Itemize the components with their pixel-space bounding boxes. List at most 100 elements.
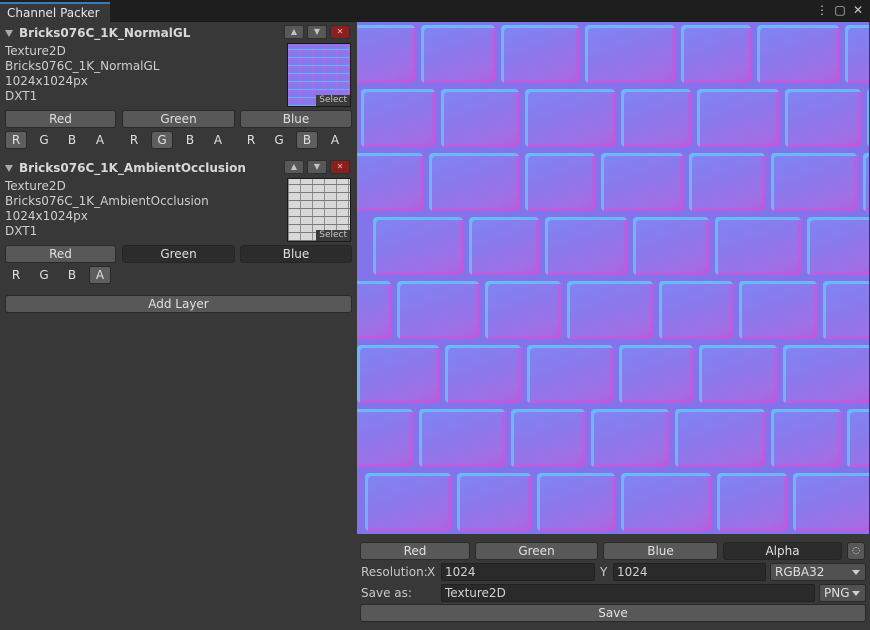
layer-name: Bricks076C_1K_AmbientOcclusion [19,161,246,175]
layer-info: Texture2D Bricks076C_1K_NormalGL 1024x10… [5,44,160,104]
output-blue-button[interactable]: Blue [240,110,352,128]
brick [373,217,463,275]
window-controls: ⋮ ▢ ✕ [816,3,864,17]
remove-layer-button[interactable]: ✕ [330,25,350,39]
refresh-icon[interactable]: ◌ [847,542,865,560]
brick [689,153,765,211]
red-out-channel-g[interactable]: G [33,266,55,284]
red-out-channel-r[interactable]: R [5,266,27,284]
foldout-arrow-icon[interactable] [5,30,13,37]
output-green-button[interactable]: Green [122,245,235,263]
brick [357,345,439,403]
texture-thumbnail[interactable]: Select [287,178,351,242]
brick [675,409,765,467]
resolution-label: Resolution: [361,565,428,579]
brick [715,217,801,275]
brick [421,25,495,83]
layers-panel: Bricks076C_1K_NormalGL ▲ ▼ ✕ Texture2D B… [0,22,356,630]
output-red-button[interactable]: Red [5,245,116,263]
brick [697,89,779,147]
brick [619,345,693,403]
add-layer-button[interactable]: Add Layer [5,295,352,313]
resolution-x-field[interactable]: 1024 [441,563,595,581]
red-out-channel-b[interactable]: B [61,131,83,149]
remove-layer-button[interactable]: ✕ [330,160,350,174]
brick [793,473,869,531]
brick [621,89,691,147]
more-vert-icon[interactable]: ⋮ [816,3,828,17]
brick [357,409,413,467]
brick [659,281,733,339]
blue-out-channel-g[interactable]: G [268,131,290,149]
brick-row [357,470,869,534]
green-out-channel-g[interactable]: G [151,131,173,149]
output-red-button[interactable]: Red [5,110,116,128]
brick [717,473,787,531]
close-icon[interactable]: ✕ [852,3,864,17]
brick [847,409,869,467]
file-format-dropdown[interactable]: PNG [819,584,866,602]
green-out-channel-b[interactable]: B [179,131,201,149]
preview-blue-button[interactable]: Blue [603,542,718,560]
red-out-channel-a[interactable]: A [89,131,111,149]
brick [771,153,857,211]
brick [501,25,579,83]
save-as-label: Save as: [361,586,412,600]
resolution-x-label: X [427,565,436,579]
select-texture-button[interactable]: Select [316,95,350,106]
brick [757,25,839,83]
texture-format-value: RGBA32 [775,565,825,579]
output-green-button[interactable]: Green [122,110,235,128]
texture-format-dropdown[interactable]: RGBA32 [770,563,866,581]
texture-format: DXT1 [5,224,38,238]
green-out-channel-a[interactable]: A [207,131,229,149]
move-down-button[interactable]: ▼ [307,160,327,174]
move-up-button[interactable]: ▲ [284,160,304,174]
tab-channel-packer[interactable]: Channel Packer [0,2,110,22]
select-texture-button[interactable]: Select [316,230,350,241]
output-blue-button[interactable]: Blue [240,245,352,263]
blue-out-channel-b[interactable]: B [296,131,318,149]
blue-out-channel-r[interactable]: R [240,131,262,149]
preview-alpha-button[interactable]: Alpha [723,542,842,560]
red-out-channel-g[interactable]: G [33,131,55,149]
layer-info: Texture2D Bricks076C_1K_AmbientOcclusion… [5,179,209,239]
brick [845,25,869,83]
brick [621,473,711,531]
resolution-y-field[interactable]: 1024 [613,563,766,581]
move-down-button[interactable]: ▼ [307,25,327,39]
layer-header: Bricks076C_1K_AmbientOcclusion ▲ ▼ ✕ [5,160,350,178]
brick-row [357,406,869,470]
foldout-arrow-icon[interactable] [5,165,13,172]
save-button[interactable]: Save [360,604,866,622]
blue-out-channel-a[interactable]: A [324,131,346,149]
window-titlebar: Channel Packer ⋮ ▢ ✕ [0,0,870,22]
red-out-channel-b[interactable]: B [61,266,83,284]
texture-thumbnail[interactable]: Select [287,43,351,107]
brick [601,153,683,211]
brick [429,153,519,211]
brick [867,89,869,147]
brick [357,281,391,339]
brick [545,217,627,275]
brick [823,281,869,339]
save-name-field[interactable]: Texture2D [441,584,815,602]
layer-actions: ▲ ▼ ✕ [284,160,350,174]
preview-red-button[interactable]: Red [360,542,470,560]
layer-name: Bricks076C_1K_NormalGL [19,26,191,40]
brick [785,89,861,147]
move-up-button[interactable]: ▲ [284,25,304,39]
brick [457,473,531,531]
texture-asset-name: Bricks076C_1K_AmbientOcclusion [5,194,209,208]
brick [633,217,709,275]
brick [681,25,751,83]
preview-green-button[interactable]: Green [475,542,598,560]
chevron-down-icon [852,591,860,596]
brick-row [357,150,869,214]
green-out-channel-r[interactable]: R [123,131,145,149]
maximize-icon[interactable]: ▢ [834,3,846,17]
brick [469,217,539,275]
red-out-channel-r[interactable]: R [5,131,27,149]
red-out-channel-a[interactable]: A [89,266,111,284]
brick [357,153,423,211]
